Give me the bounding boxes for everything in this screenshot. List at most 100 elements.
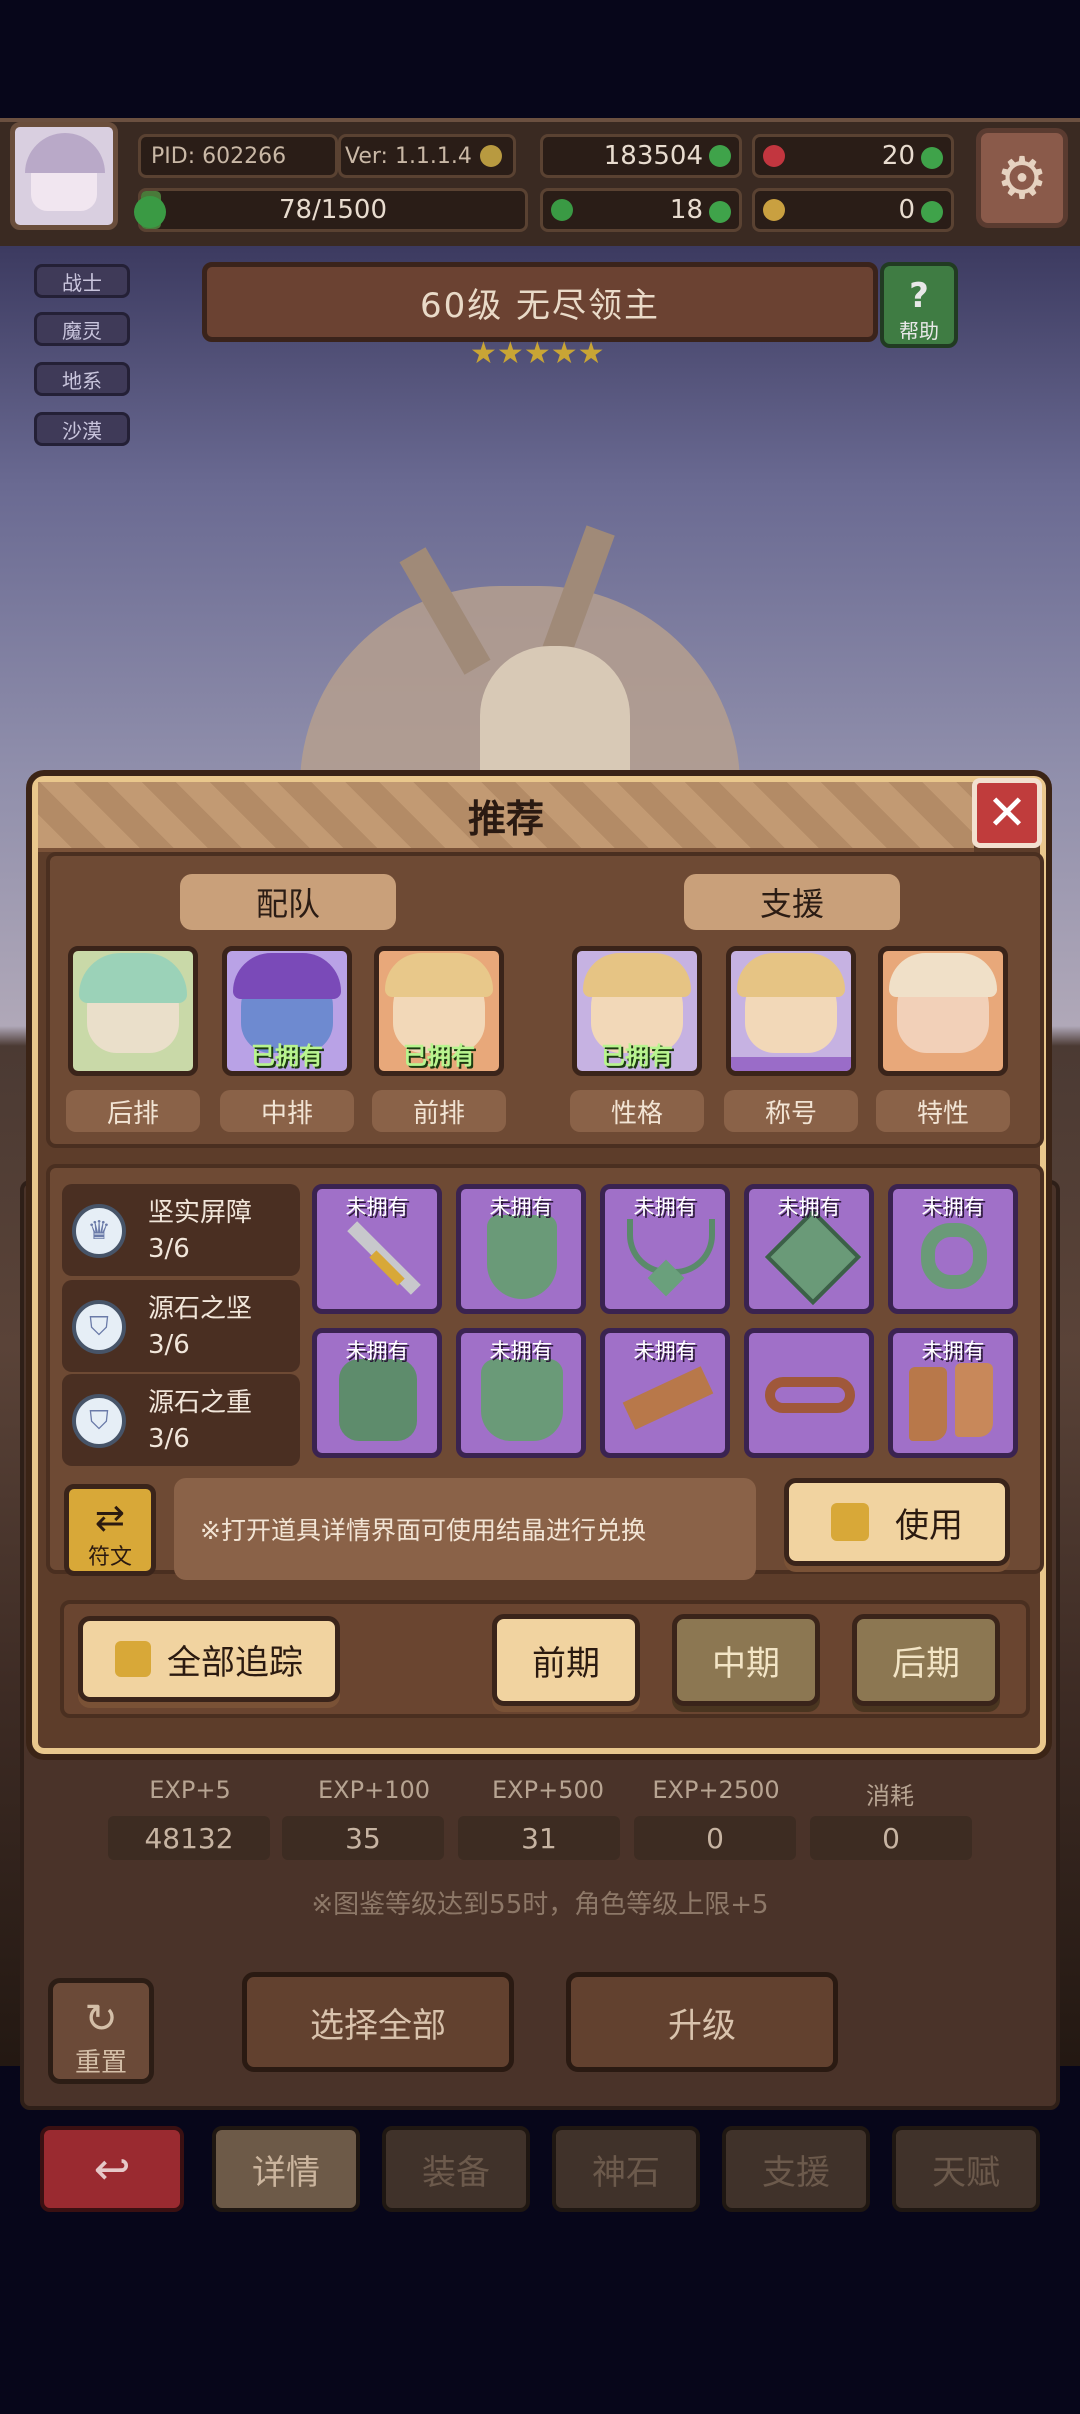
role-label: 特性	[876, 1090, 1010, 1132]
plus-icon[interactable]	[709, 145, 731, 167]
tab-support[interactable]: 支援	[722, 2126, 870, 2212]
exp-bar: 78/1500	[138, 188, 528, 232]
equipment-slot[interactable]: 未拥有	[888, 1328, 1018, 1458]
set-shield-icon: ⛉	[72, 1394, 126, 1448]
support-card-trait[interactable]	[878, 946, 1008, 1076]
consume-count: 0	[810, 1816, 972, 1860]
set-shield-icon: ⛉	[72, 1300, 126, 1354]
version-label: Ver: 1.1.1.4	[338, 134, 516, 178]
rune-button[interactable]: ⇄ 符文	[64, 1484, 156, 1576]
trait-tag-warrior: 战士	[34, 264, 130, 298]
checkbox-icon[interactable]	[831, 1503, 869, 1541]
equipment-slot[interactable]: 未拥有	[312, 1328, 442, 1458]
exp-count: 0	[634, 1816, 796, 1860]
set-bonus-row[interactable]: ⛉ 源石之重 3/6	[62, 1374, 300, 1466]
exp-count: 35	[282, 1816, 444, 1860]
hero-card-front[interactable]: 已拥有	[374, 946, 504, 1076]
star-icon: ★	[550, 336, 578, 371]
equipment-slot[interactable]	[744, 1328, 874, 1458]
equipment-slot[interactable]: 未拥有	[600, 1184, 730, 1314]
exp-label: EXP+5	[149, 1776, 231, 1804]
exp-count: 31	[458, 1816, 620, 1860]
star-icon: ★	[523, 336, 551, 371]
support-card-title[interactable]	[726, 946, 856, 1076]
phase-late-button[interactable]: 后期	[852, 1614, 1000, 1706]
bracer-icon	[622, 1366, 714, 1430]
question-icon: ?	[909, 276, 929, 316]
support-section-label: 支援	[684, 874, 900, 930]
plus-icon[interactable]	[921, 201, 943, 223]
gem-counter: 20	[752, 134, 954, 178]
help-button[interactable]: ? 帮助	[880, 262, 958, 348]
set-badge-icon: ♛	[72, 1204, 126, 1258]
exp-label: EXP+500	[492, 1776, 604, 1804]
key-counter: 0	[752, 188, 954, 232]
set-bonus-row[interactable]: ♛ 坚实屏障 3/6	[62, 1184, 300, 1276]
player-id: PID: 602266	[138, 134, 338, 178]
boots-icon	[909, 1367, 947, 1441]
shield-icon	[487, 1215, 557, 1299]
close-icon[interactable]: ✕	[972, 778, 1042, 848]
boss-stars: ★★★★★	[470, 336, 605, 371]
trait-tag-desert: 沙漠	[34, 412, 130, 446]
boss-title-bar: 60级 无尽领主	[202, 262, 878, 342]
player-avatar[interactable]	[10, 122, 118, 230]
gold-counter: 183504	[540, 134, 742, 178]
settings-gear-icon[interactable]: ⚙	[976, 128, 1068, 228]
role-label: 性格	[570, 1090, 704, 1132]
ring-icon	[921, 1223, 987, 1289]
hero-card-middle[interactable]: 已拥有	[222, 946, 352, 1076]
coin-icon	[479, 145, 502, 167]
dialog-title: 推荐	[38, 782, 974, 852]
tab-divine-stone[interactable]: 神石	[552, 2126, 700, 2212]
track-all-button[interactable]: 全部追踪	[78, 1616, 340, 1702]
key-icon	[763, 199, 785, 221]
clover-icon	[551, 199, 573, 221]
role-label: 后排	[66, 1090, 200, 1132]
support-card-personality[interactable]: 已拥有	[572, 946, 702, 1076]
chestplate-icon	[481, 1359, 563, 1441]
refresh-icon: ↻	[84, 1996, 118, 2042]
back-arrow-icon[interactable]: ↩	[40, 2126, 184, 2212]
star-icon: ★	[470, 336, 497, 371]
equipment-slot[interactable]: 未拥有	[456, 1328, 586, 1458]
tab-talent[interactable]: 天赋	[892, 2126, 1040, 2212]
exp-label: EXP+2500	[652, 1776, 780, 1804]
exchange-hint: ※打开道具详情界面可使用结晶进行兑换	[174, 1478, 756, 1580]
equipment-slot[interactable]: 未拥有	[456, 1184, 586, 1314]
phase-early-button[interactable]: 前期	[492, 1614, 640, 1706]
armor-icon	[339, 1359, 417, 1441]
plus-icon[interactable]	[921, 147, 943, 169]
star-icon: ★	[577, 336, 605, 371]
exp-label: EXP+100	[318, 1776, 430, 1804]
hero-card-back[interactable]	[68, 946, 198, 1076]
role-label: 中排	[220, 1090, 354, 1132]
level-cap-note: ※图鉴等级达到55时，角色等级上限+5	[311, 1890, 769, 1920]
equipment-slot[interactable]: 未拥有	[600, 1328, 730, 1458]
tab-equipment[interactable]: 装备	[382, 2126, 530, 2212]
set-bonus-row[interactable]: ⛉ 源石之坚 3/6	[62, 1280, 300, 1372]
trait-tag-earth: 地系	[34, 362, 130, 396]
plus-icon[interactable]	[709, 201, 731, 223]
exp-count: 48132	[108, 1816, 270, 1860]
equipment-slot[interactable]: 未拥有	[312, 1184, 442, 1314]
select-all-button[interactable]: 选择全部	[242, 1972, 514, 2072]
tab-details[interactable]: 详情	[212, 2126, 360, 2212]
role-label: 称号	[724, 1090, 858, 1132]
clover-counter: 18	[540, 188, 742, 232]
use-toggle-button[interactable]: 使用	[784, 1478, 1010, 1566]
reset-button[interactable]: ↻ 重置	[48, 1978, 154, 2084]
role-label: 前排	[372, 1090, 506, 1132]
thumbs-up-icon	[115, 1641, 151, 1677]
equipment-slot[interactable]: 未拥有	[744, 1184, 874, 1314]
trait-tag-demon: 魔灵	[34, 312, 130, 346]
upgrade-button[interactable]: 升级	[566, 1972, 838, 2072]
ruby-icon	[763, 145, 785, 167]
equipment-slot[interactable]: 未拥有	[888, 1184, 1018, 1314]
gem-icon	[764, 1208, 862, 1306]
consume-label: 消耗	[866, 1782, 914, 1810]
phase-mid-button[interactable]: 中期	[672, 1614, 820, 1706]
team-section-label: 配队	[180, 874, 396, 930]
clover-icon	[134, 196, 166, 228]
swap-icon: ⇄	[94, 1498, 126, 1539]
